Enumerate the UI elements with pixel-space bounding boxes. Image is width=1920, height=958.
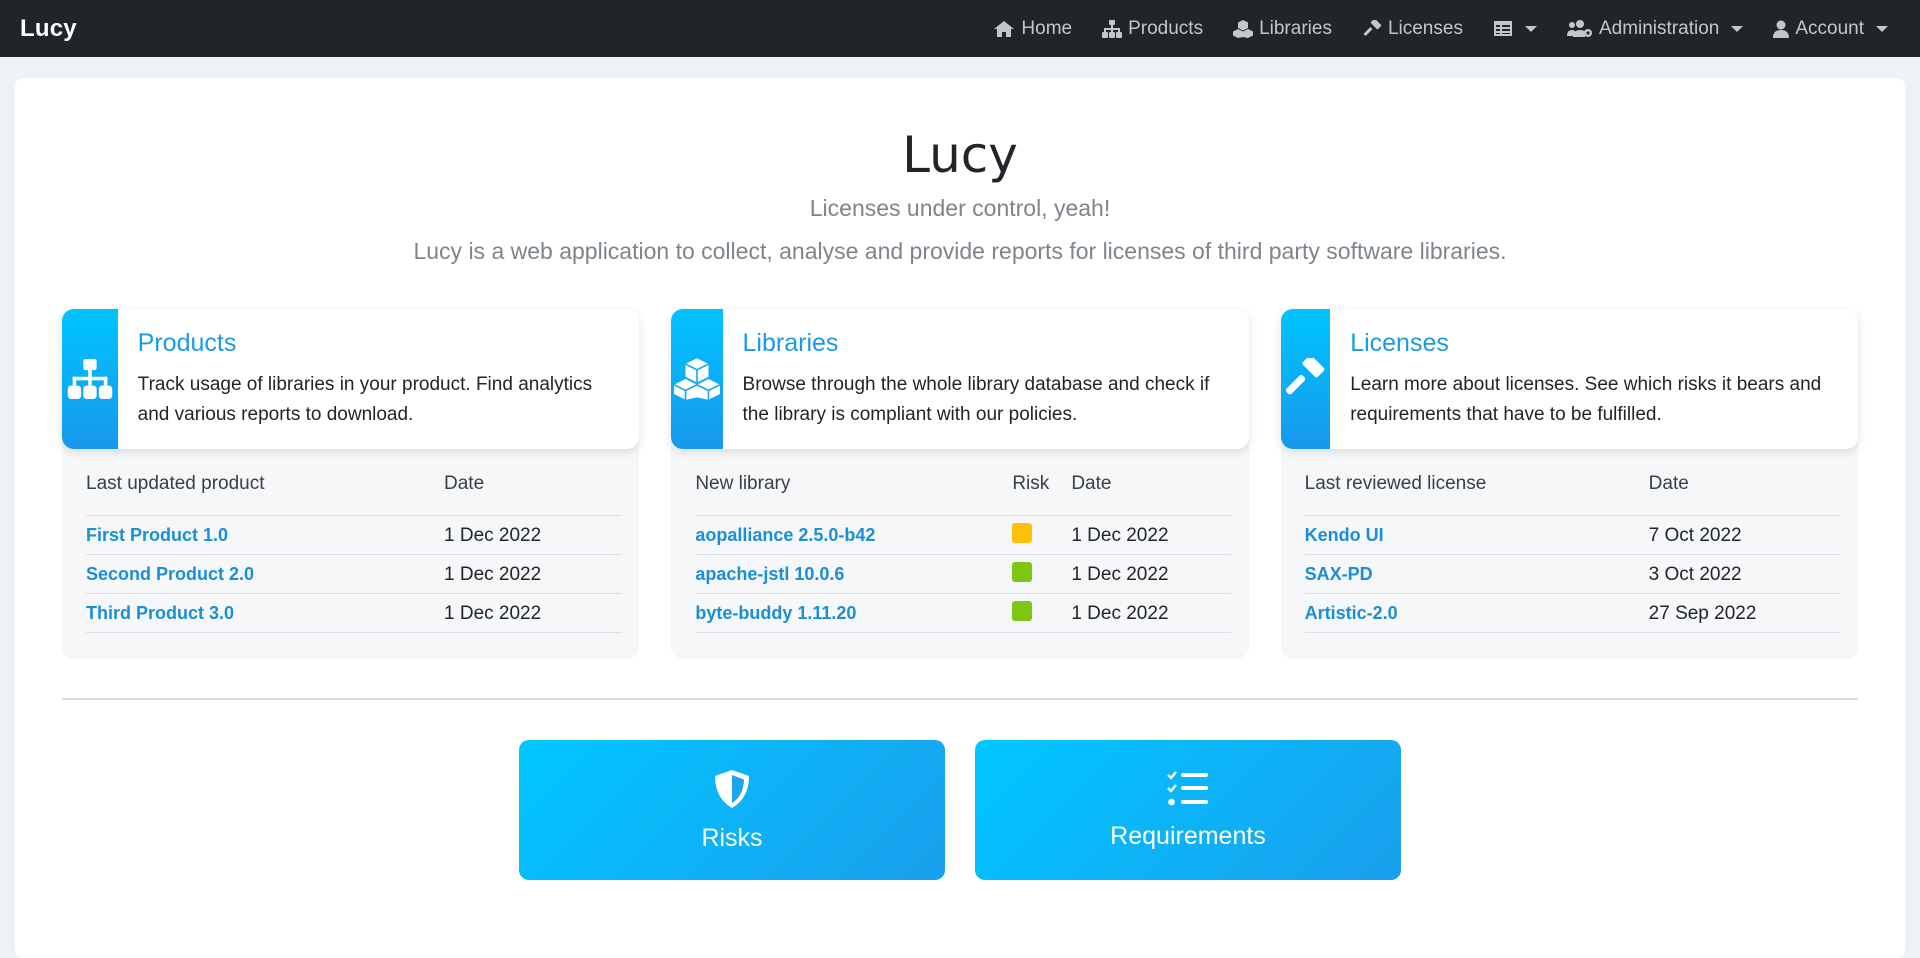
licenses-card: Licenses Learn more about licenses. See … [1280,309,1858,659]
library-link[interactable]: aopalliance 2.5.0-b42 [695,525,875,545]
libraries-card-header[interactable]: Libraries Browse through the whole libra… [671,309,1249,449]
license-link[interactable]: Kendo UI [1305,525,1384,545]
libraries-card-icon-box [671,309,723,449]
chevron-down-icon [1524,25,1537,32]
main-content: Lucy Licenses under control, yeah! Lucy … [15,78,1905,958]
licenses-card-header[interactable]: Licenses Learn more about licenses. See … [1280,309,1858,449]
table-row: SAX-PD 3 Oct 2022 [1304,554,1841,594]
chevron-down-icon [1731,25,1744,32]
libraries-card-title: Libraries [742,329,839,357]
risk-indicator [1012,600,1033,621]
licenses-card-description: Learn more about licenses. See which ris… [1350,374,1822,425]
product-link[interactable]: Second Product 2.0 [86,564,254,584]
row-date: 1 Dec 2022 [1071,593,1232,633]
products-card-header[interactable]: Products Track usage of libraries in you… [62,309,640,449]
requirements-button[interactable]: Requirements [975,740,1401,880]
page-title: Lucy [902,126,1018,184]
hero-description: Lucy is a web application to collect, an… [413,238,1507,264]
row-date: 3 Oct 2022 [1648,554,1841,594]
table-row: Second Product 2.0 1 Dec 2022 [86,554,622,594]
row-date: 1 Dec 2022 [444,515,622,555]
nav-home-label: Home [1021,17,1073,39]
table-row: Artistic-2.0 27 Sep 2022 [1304,593,1841,633]
nav-administration-label: Administration [1598,17,1720,39]
licenses-table: Last reviewed license Date Kendo UI 7 Oc… [1304,473,1841,633]
table-row: First Product 1.0 1 Dec 2022 [86,515,622,555]
table-icon [1493,21,1512,36]
products-card: Products Track usage of libraries in you… [62,309,640,659]
section-divider [62,698,1858,700]
brand-logo[interactable]: Lucy [20,15,77,43]
table-row: byte-buddy 1.11.20 1 Dec 2022 [695,593,1232,633]
nav-home[interactable]: Home [993,18,1072,40]
license-link[interactable]: Artistic-2.0 [1305,603,1398,623]
nav-libraries[interactable]: Libraries [1233,18,1332,40]
shield-icon [715,769,749,808]
column-header: Last updated product [86,473,444,516]
quick-links: Risks Requirements [15,740,1905,880]
user-icon [1773,20,1790,38]
products-card-description: Track usage of libraries in your product… [137,374,593,425]
nav-licenses-label: Licenses [1387,17,1463,39]
libraries-card-description: Browse through the whole library databas… [742,374,1210,425]
nav-licenses[interactable]: Licenses [1362,18,1463,40]
users-cog-icon [1566,19,1592,37]
products-table: Last updated product Date First Product … [86,473,622,633]
row-date: 1 Dec 2022 [444,593,622,633]
hero-tagline: Licenses under control, yeah! [809,195,1111,221]
column-header: Date [1648,473,1841,516]
tasks-icon [1167,770,1208,805]
table-row: apache-jstl 10.0.6 1 Dec 2022 [695,554,1232,594]
cubes-icon [673,358,720,400]
row-date: 1 Dec 2022 [1071,515,1232,555]
nav-products[interactable]: Products [1102,18,1203,40]
nav-administration-dropdown[interactable]: Administration [1566,17,1744,40]
risks-button-label: Risks [701,823,763,852]
nav-tables-dropdown[interactable] [1493,20,1537,37]
table-row: Third Product 3.0 1 Dec 2022 [86,593,622,633]
nav-account-dropdown[interactable]: Account [1773,18,1888,40]
top-navbar: Lucy Home Products Libraries Licenses Ad… [0,0,1920,57]
row-date: 7 Oct 2022 [1648,515,1841,555]
column-header: Risk [1012,473,1072,516]
products-card-title: Products [137,329,237,357]
nav-account-label: Account [1795,17,1864,39]
column-header: Last reviewed license [1304,473,1649,516]
hero-section: Lucy Licenses under control, yeah! Lucy … [15,78,1905,270]
products-card-icon-box [62,309,118,449]
table-row: Kendo UI 7 Oct 2022 [1304,515,1841,555]
table-row: aopalliance 2.5.0-b42 1 Dec 2022 [695,515,1232,555]
risk-indicator [1012,522,1033,543]
sitemap-icon [1102,19,1123,38]
library-link[interactable]: byte-buddy 1.11.20 [695,603,856,623]
nav-products-label: Products [1128,17,1204,39]
home-icon [994,20,1015,37]
product-link[interactable]: First Product 1.0 [86,525,228,545]
row-date: 27 Sep 2022 [1648,593,1841,633]
overview-cards: Products Track usage of libraries in you… [62,309,1858,659]
row-date: 1 Dec 2022 [444,554,622,594]
column-header: New library [695,473,1013,516]
libraries-card: Libraries Browse through the whole libra… [671,309,1249,659]
library-link[interactable]: apache-jstl 10.0.6 [695,564,844,584]
licenses-card-title: Licenses [1350,329,1449,357]
sitemap-icon [67,359,113,399]
gavel-icon [1363,19,1382,36]
row-date: 1 Dec 2022 [1071,554,1232,594]
libraries-table: New library Risk Date aopalliance 2.5.0-… [695,473,1232,633]
licenses-card-icon-box [1280,309,1331,449]
gavel-icon [1286,358,1325,395]
nav-libraries-label: Libraries [1259,17,1332,39]
requirements-button-label: Requirements [1110,821,1266,850]
column-header: Date [444,473,622,516]
risks-button[interactable]: Risks [519,740,945,880]
risk-indicator [1012,561,1033,582]
column-header: Date [1071,473,1232,516]
chevron-down-icon [1876,25,1888,32]
license-link[interactable]: SAX-PD [1305,564,1373,584]
cubes-icon [1233,19,1254,38]
product-link[interactable]: Third Product 3.0 [86,603,234,623]
nav-menu: Home Products Libraries Licenses Adminis… [993,18,1900,40]
